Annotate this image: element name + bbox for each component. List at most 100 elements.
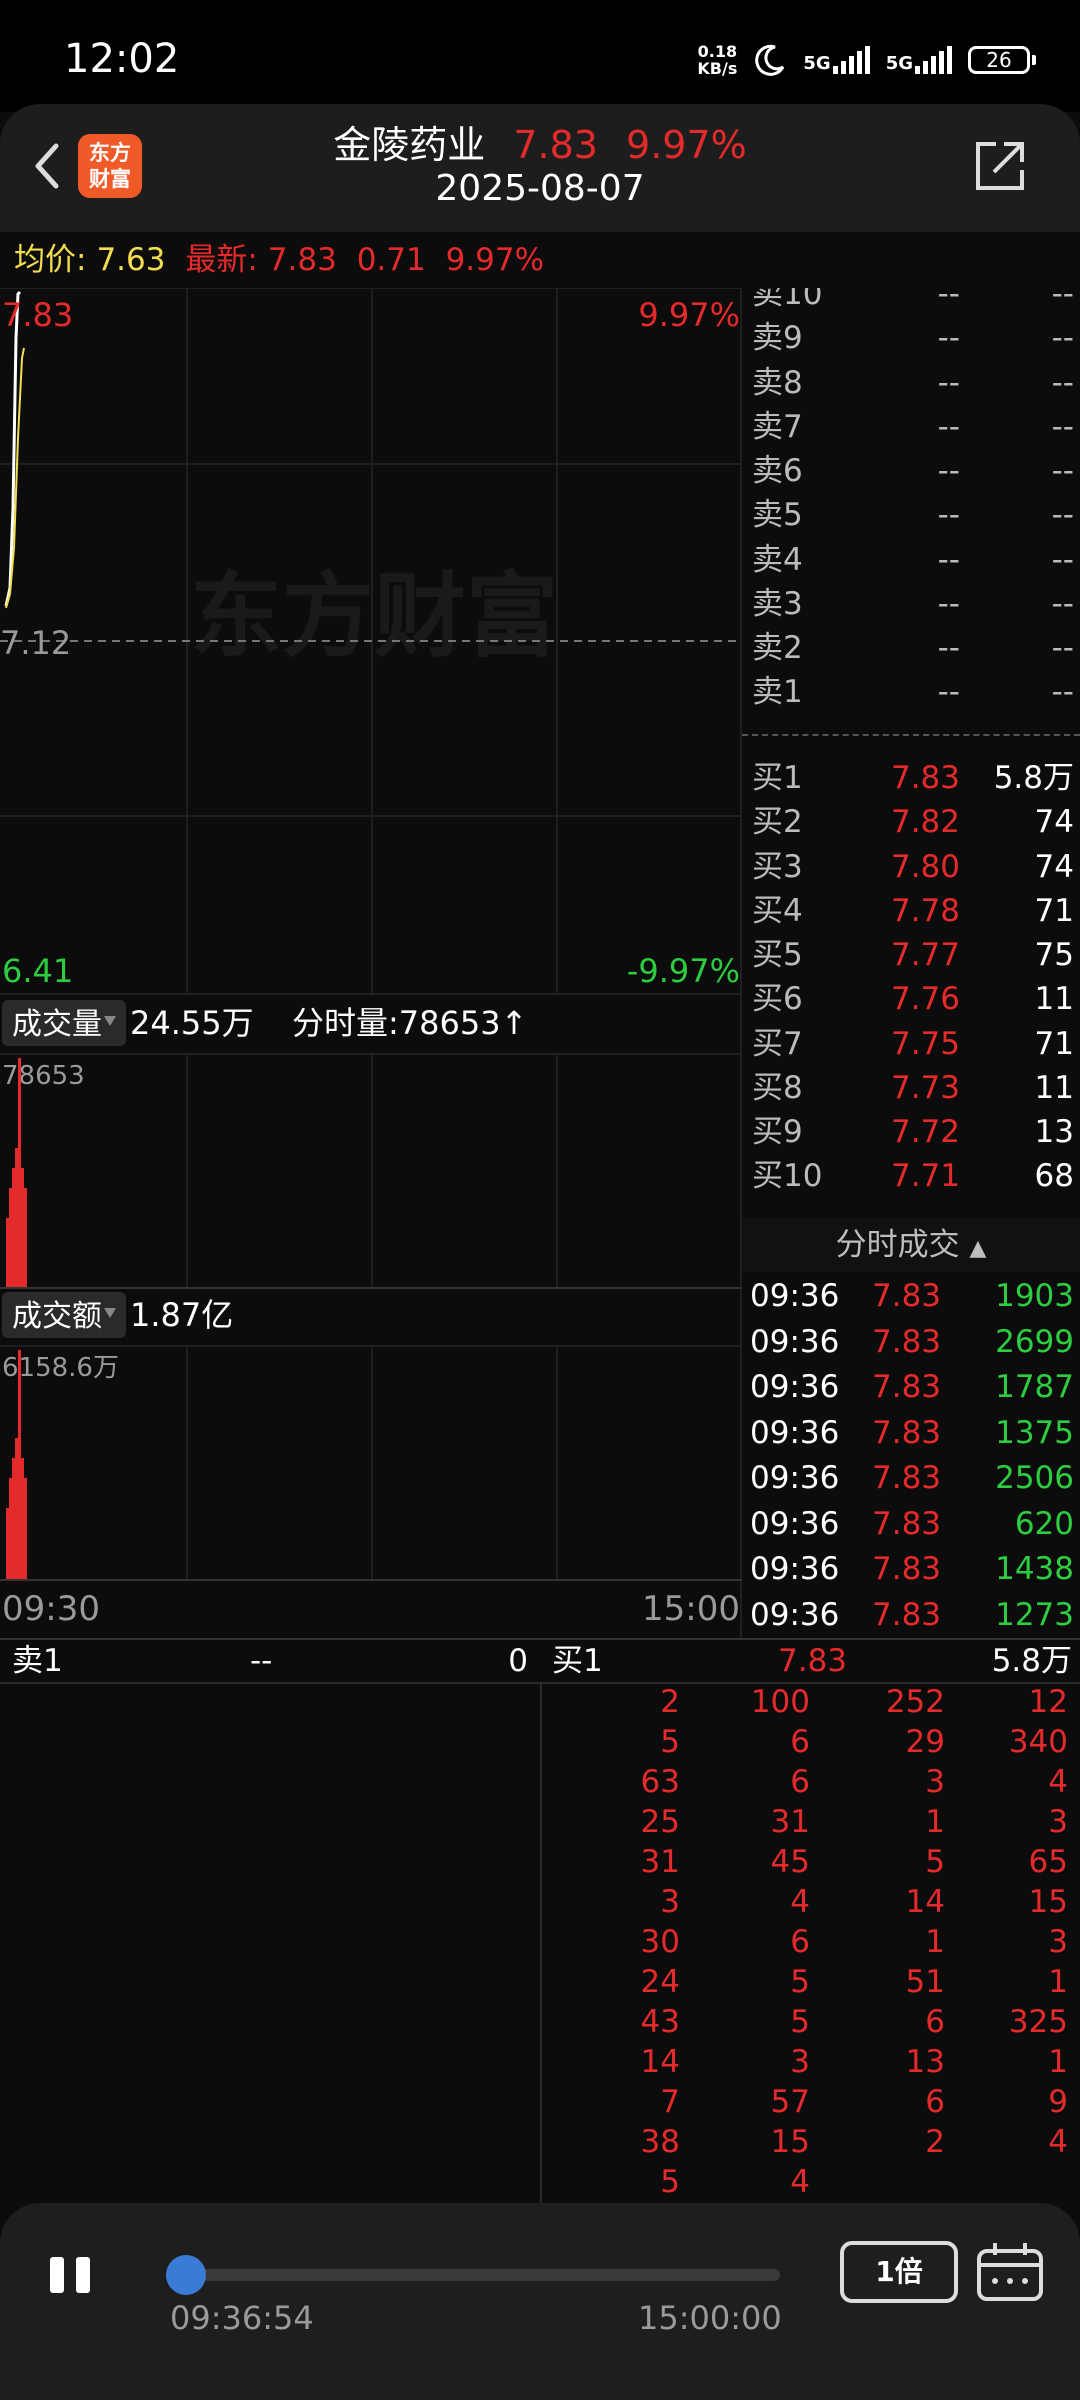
ask-row[interactable]: 卖2 -- -- (742, 626, 1080, 671)
bid-level-label: 买2 (752, 804, 803, 841)
queue-cell: 57 (770, 2084, 810, 2120)
queue-cell: 3 (925, 1764, 945, 1800)
queue-cell: 14 (640, 2044, 680, 2080)
bid-price: 7.83 (890, 760, 960, 796)
bid-row[interactable]: 买6 7.76 11 (742, 977, 1080, 1022)
queue-row: 2 100 252 12 (0, 1682, 1080, 1722)
trade-row[interactable]: 09:36 7.83 2506 (742, 1456, 1080, 1501)
queue-cell: 5 (925, 1844, 945, 1880)
ask-volume: -- (1051, 674, 1074, 711)
queue-cell: 6 (790, 1764, 810, 1800)
y-bottom-pct: -9.97% (627, 952, 740, 990)
ask-row[interactable]: 卖10 -- -- (742, 288, 1080, 317)
intraday-chart[interactable]: 东方财富 7.83 9.97% 7.12 6.41 -9.97% 成交量 24.… (0, 288, 742, 1638)
queue-sell-price: -- (250, 1643, 273, 1679)
stock-name: 金陵药业 (333, 123, 486, 167)
ask-level-label: 卖9 (752, 320, 803, 357)
signal-1: 5G (803, 46, 870, 74)
progress-knob[interactable] (166, 2255, 206, 2295)
share-icon[interactable] (970, 136, 1030, 196)
bid-level-label: 买7 (752, 1025, 803, 1062)
pause-icon[interactable] (46, 2251, 94, 2299)
queue-cell: 1 (1048, 1964, 1068, 2000)
trade-volume: 1787 (995, 1369, 1074, 1405)
ask-volume: -- (1051, 585, 1074, 622)
queue-cell: 5 (660, 2164, 680, 2200)
ask-row[interactable]: 卖4 -- -- (742, 538, 1080, 583)
queue-cell: 65 (1028, 1844, 1068, 1880)
bid-price: 7.73 (890, 1069, 960, 1106)
trade-row[interactable]: 09:36 7.83 620 (742, 1502, 1080, 1547)
queue-cell: 1 (1048, 2044, 1068, 2080)
stock-header: 东方 财富 金陵药业 7.83 9.97% 2025-08-07 (0, 104, 1080, 232)
queue-cell: 2 (925, 2124, 945, 2160)
ask-row[interactable]: 卖8 -- -- (742, 361, 1080, 406)
ask-row[interactable]: 卖5 -- -- (742, 493, 1080, 538)
ask-price: -- (937, 497, 960, 534)
queue-row: 30 6 1 3 (0, 1922, 1080, 1962)
trade-time: 09:36 (750, 1551, 840, 1587)
bid-level-label: 买1 (752, 760, 803, 796)
queue-cell: 15 (770, 2124, 810, 2160)
queue-cell: 5 (790, 1964, 810, 2000)
minute-volume: 分时量:78653↑ (292, 1004, 527, 1042)
ask-price: -- (937, 541, 960, 578)
progress-track[interactable] (170, 2269, 780, 2281)
bid-row[interactable]: 买4 7.78 71 (742, 889, 1080, 934)
queue-cell: 1 (925, 1804, 945, 1840)
queue-row: 7 57 6 9 (0, 2082, 1080, 2122)
ask-row[interactable]: 卖1 -- -- (742, 670, 1080, 715)
trade-row[interactable]: 09:36 7.83 1438 (742, 1547, 1080, 1592)
trades-header[interactable]: 分时成交 ▲ (742, 1218, 1080, 1272)
queue-row: 54 (0, 2162, 1080, 2202)
ask-row[interactable]: 卖7 -- -- (742, 405, 1080, 450)
trade-price: 7.83 (872, 1369, 942, 1405)
bid-price: 7.76 (890, 981, 960, 1018)
trade-volume: 1375 (995, 1414, 1074, 1451)
current-time: 09:36:54 (170, 2299, 314, 2337)
ask-level-label: 卖7 (752, 408, 803, 445)
ask-volume: -- (1051, 320, 1074, 357)
watermark: 东方财富 (190, 563, 558, 670)
trade-row[interactable]: 09:36 7.83 1787 (742, 1365, 1080, 1410)
bid-row[interactable]: 买1 7.83 5.8万 (742, 756, 1080, 801)
moon-icon (755, 44, 785, 76)
ask-level-label: 卖5 (752, 497, 803, 534)
ask-volume: -- (1051, 288, 1074, 312)
trade-row[interactable]: 09:36 7.83 2699 (742, 1320, 1080, 1365)
ask-row[interactable]: 卖9 -- -- (742, 316, 1080, 361)
network-speed: 0.18 KB/s (697, 42, 738, 78)
trade-row[interactable]: 09:36 7.83 1375 (742, 1411, 1080, 1456)
y-mid-price: 7.12 (0, 624, 71, 662)
queue-cell: 1 (925, 1924, 945, 1960)
ask-level-label: 卖10 (752, 288, 823, 312)
bid-volume: 71 (1034, 892, 1074, 929)
ask-volume: -- (1051, 453, 1074, 489)
ask-level-label: 卖8 (752, 364, 803, 401)
ask-level-label: 卖6 (752, 453, 803, 489)
queue-cell: 25 (640, 1804, 680, 1840)
bid-row[interactable]: 买10 7.71 68 (742, 1154, 1080, 1199)
speed-button[interactable]: 1倍 (840, 2241, 958, 2303)
queue-header: 卖1 -- 0 买1 7.83 5.8万 (0, 1640, 1080, 1684)
queue-cell: 4 (790, 1884, 810, 1920)
order-book[interactable]: 卖10 -- -- 卖9 -- -- 卖8 -- -- 卖7 -- -- 卖6 -- -- 卖5 -- -- 卖4 -… (742, 288, 1080, 1218)
bid-price: 7.77 (890, 937, 960, 973)
bid-volume: 11 (1034, 1069, 1074, 1106)
queue-cell: 31 (640, 1844, 680, 1880)
bid-row[interactable]: 买7 7.75 71 (742, 1022, 1080, 1067)
trade-row[interactable]: 09:36 7.83 1903 (742, 1274, 1080, 1319)
ask-row[interactable]: 卖3 -- -- (742, 582, 1080, 627)
trade-price: 7.83 (872, 1596, 942, 1633)
bid-row[interactable]: 买9 7.72 13 (742, 1110, 1080, 1155)
bid-row[interactable]: 买3 7.80 74 (742, 845, 1080, 890)
bid-row[interactable]: 买2 7.82 74 (742, 800, 1080, 845)
queue-cell: 15 (1028, 1884, 1068, 1920)
bid-row[interactable]: 买5 7.77 75 (742, 933, 1080, 978)
trade-row[interactable]: 09:36 7.83 1273 (742, 1593, 1080, 1638)
bid-row[interactable]: 买8 7.73 11 (742, 1066, 1080, 1111)
volume-selector-label: 成交量 (12, 1007, 102, 1042)
queue-cell: 9 (1048, 2084, 1068, 2120)
calendar-icon[interactable] (975, 2241, 1045, 2303)
ask-row[interactable]: 卖6 -- -- (742, 449, 1080, 494)
